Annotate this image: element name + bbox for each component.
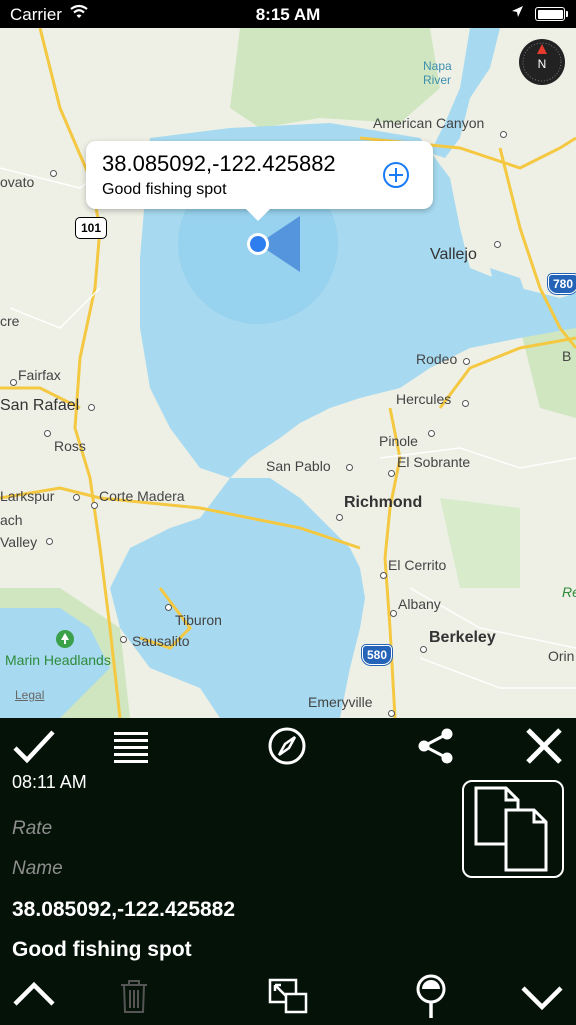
map-label-albany: Albany	[398, 596, 441, 612]
attachment-thumbnail[interactable]	[462, 780, 564, 878]
map-label-ach: ach	[0, 512, 23, 528]
map-label-tiburon: Tiburon	[175, 612, 222, 628]
map-dot	[462, 400, 469, 407]
location-arrow-icon	[510, 4, 524, 25]
map-label-r-edge: Re	[562, 584, 576, 600]
rate-field[interactable]: Rate	[12, 818, 52, 840]
legal-link[interactable]: Legal	[15, 688, 44, 702]
map-dot	[346, 464, 353, 471]
highway-shield-580: 580	[362, 645, 393, 665]
map-label-novato: ovato	[0, 174, 35, 190]
pin-button[interactable]	[415, 974, 447, 1025]
close-button[interactable]	[524, 726, 564, 771]
coordinates-text: 38.085092,-122.425882	[12, 898, 236, 921]
map-label-larkspur: Larkspur	[0, 488, 55, 504]
compass-icon	[268, 727, 306, 765]
share-icon	[418, 728, 453, 764]
resize-icon	[268, 978, 308, 1014]
map-label-marin-headlands: Marin Headlands	[5, 652, 111, 668]
callout-coordinates: 38.085092,-122.425882	[102, 151, 336, 176]
map-label-valley: Valley	[0, 534, 38, 550]
chevron-down-icon	[521, 986, 563, 1011]
map-dot	[44, 430, 51, 437]
time-label: 08:11 AM	[12, 772, 87, 792]
highway-shield-780: 780	[548, 274, 576, 294]
map-dot	[120, 636, 127, 643]
pin-icon	[416, 974, 446, 1018]
previous-button[interactable]	[12, 980, 56, 1015]
map-label-ross: Ross	[54, 438, 86, 454]
highway-shield-101: 101	[76, 218, 107, 238]
delete-button[interactable]	[118, 978, 150, 1019]
map-label-hercules: Hercules	[396, 391, 452, 407]
status-bar: Carrier 8:15 AM	[0, 0, 576, 28]
map-dot	[50, 170, 57, 177]
map-dot	[428, 430, 435, 437]
map-dot	[500, 131, 507, 138]
chevron-up-icon	[13, 981, 55, 1006]
next-button[interactable]	[520, 982, 564, 1017]
map-label-richmond: Richmond	[344, 494, 423, 511]
map-dot	[88, 404, 95, 411]
checkmark-icon	[13, 730, 55, 764]
map-label-cre: cre	[0, 313, 20, 329]
map-dot	[336, 514, 343, 521]
list-icon	[114, 732, 148, 763]
compass-button[interactable]: N	[518, 38, 566, 86]
resize-button[interactable]	[268, 978, 308, 1019]
map-label-american-canyon: American Canyon	[373, 115, 485, 131]
map-label-orinda: Orin	[548, 648, 575, 664]
list-button[interactable]	[113, 730, 149, 769]
map-label-vallejo: Vallejo	[430, 246, 477, 263]
confirm-button[interactable]	[12, 728, 56, 771]
close-icon	[526, 728, 562, 764]
map-label-rodeo: Rodeo	[416, 351, 458, 367]
map-label-emeryville: Emeryville	[308, 694, 373, 710]
map-view[interactable]: Napa River American Canyon Vallejo ovato…	[0, 28, 576, 718]
detail-panel: 08:11 AM Rate Name 38.085092,-122.425882…	[0, 718, 576, 1024]
description-text[interactable]: Good fishing spot	[12, 938, 192, 962]
map-label-el-cerrito: El Cerrito	[388, 557, 447, 573]
trash-icon	[121, 980, 147, 1013]
svg-text:N: N	[538, 57, 547, 71]
map-label-el-sobrante: El Sobrante	[397, 454, 471, 470]
map-dot	[420, 646, 427, 653]
map-dot	[46, 538, 53, 545]
share-button[interactable]	[416, 726, 456, 771]
map-label-b-edge: B	[562, 348, 572, 364]
map-label-napa-river: Napa River	[423, 59, 452, 87]
battery-icon	[535, 7, 565, 21]
map-label-san-pablo: San Pablo	[266, 458, 331, 474]
map-label-pinole: Pinole	[379, 433, 418, 449]
add-icon[interactable]	[382, 161, 410, 189]
map-dot	[380, 572, 387, 579]
callout-note: Good fishing spot	[102, 181, 227, 198]
map-label-san-rafael: San Rafael	[0, 397, 80, 414]
navigate-button[interactable]	[267, 726, 307, 771]
name-field[interactable]: Name	[12, 858, 63, 880]
location-callout[interactable]: 38.085092,-122.425882 Good fishing spot	[86, 141, 433, 221]
map-label-corte-madera: Corte Madera	[99, 488, 185, 504]
map-dot	[388, 470, 395, 477]
map-label-sausalito: Sausalito	[132, 633, 190, 649]
compass-icon: N	[519, 39, 565, 85]
copy-documents-icon	[474, 786, 548, 872]
map-dot	[494, 241, 501, 248]
map-dot	[165, 604, 172, 611]
map-dot	[10, 379, 17, 386]
status-time: 8:15 AM	[255, 5, 321, 24]
map-dot	[73, 494, 80, 501]
map-label-fairfax: Fairfax	[18, 367, 61, 383]
map-canvas	[0, 28, 576, 718]
map-dot	[388, 710, 395, 717]
battery-tip	[566, 11, 568, 17]
map-dot	[390, 610, 397, 617]
map-label-berkeley: Berkeley	[429, 629, 496, 646]
map-dot	[91, 502, 98, 509]
map-dot	[463, 358, 470, 365]
